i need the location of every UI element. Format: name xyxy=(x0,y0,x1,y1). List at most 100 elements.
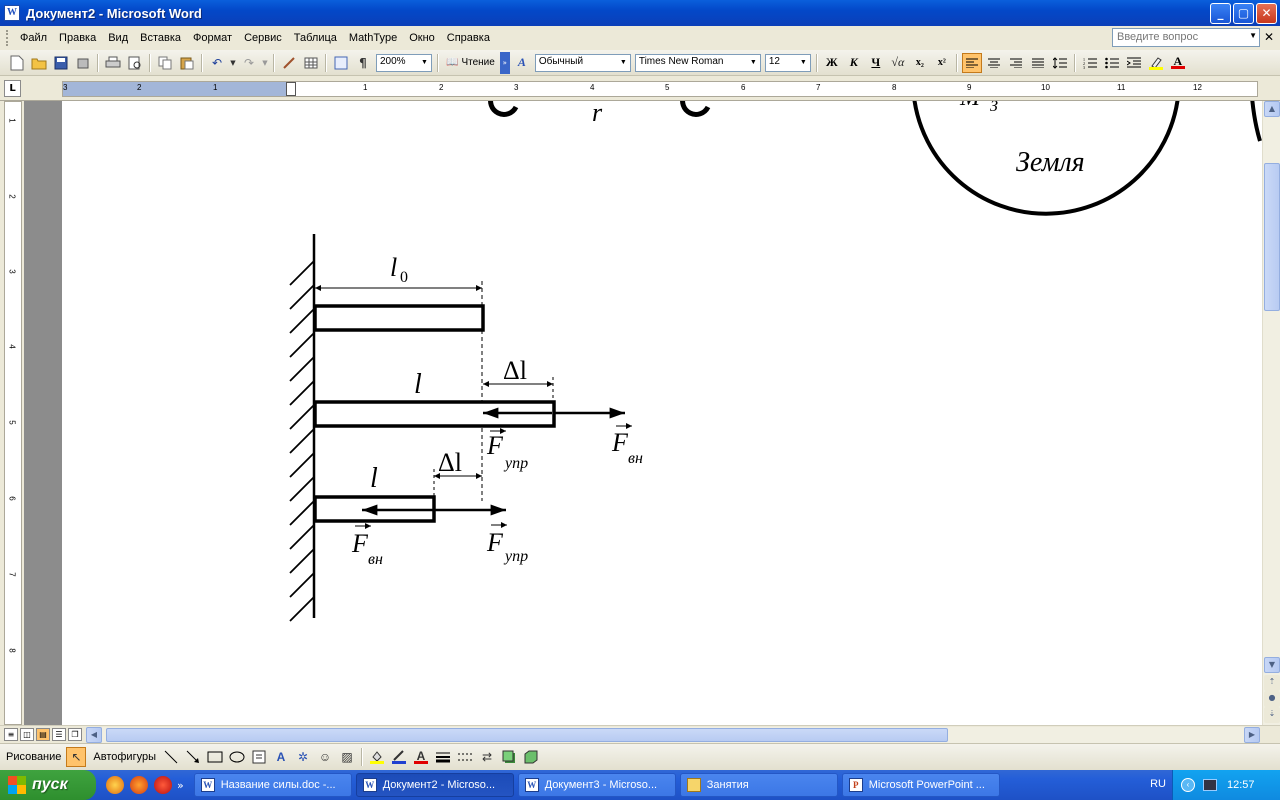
line-tool-icon[interactable] xyxy=(161,747,181,767)
shadow-style-icon[interactable] xyxy=(499,747,519,767)
rectangle-tool-icon[interactable] xyxy=(205,747,225,767)
superscript-button[interactable]: x² xyxy=(932,53,952,73)
oval-tool-icon[interactable] xyxy=(227,747,247,767)
normal-view-icon[interactable]: ≡ xyxy=(4,728,18,741)
mathtype-equation-icon[interactable]: √α xyxy=(888,53,908,73)
arrow-tool-icon[interactable] xyxy=(183,747,203,767)
minimize-button[interactable]: _ xyxy=(1210,3,1231,24)
document-map-icon[interactable] xyxy=(331,53,351,73)
redo-icon[interactable]: ↷ xyxy=(239,53,259,73)
menu-mathtype[interactable]: MathType xyxy=(343,32,403,44)
previous-page-icon[interactable]: ⇡ xyxy=(1264,675,1280,691)
taskbar-item[interactable]: Занятия xyxy=(679,773,838,797)
scroll-down-icon[interactable]: ▼ xyxy=(1264,657,1280,673)
line-style-icon[interactable] xyxy=(433,747,453,767)
horizontal-scrollbar[interactable] xyxy=(102,727,1260,743)
undo-dropdown-icon[interactable]: ▼ xyxy=(229,53,237,73)
subscript-button[interactable]: x₂ xyxy=(910,53,930,73)
taskbar-item[interactable]: W Название силы.doc -... xyxy=(193,773,352,797)
chevron-down-icon[interactable]: ▼ xyxy=(1249,31,1257,40)
undo-icon[interactable]: ↶ xyxy=(207,53,227,73)
align-left-icon[interactable] xyxy=(961,52,982,73)
new-document-icon[interactable] xyxy=(7,53,27,73)
bold-button[interactable]: Ж xyxy=(822,53,842,73)
chevron-down-icon[interactable]: ▼ xyxy=(618,56,629,70)
dash-style-icon[interactable] xyxy=(455,747,475,767)
zoom-select[interactable]: 200% ▼ xyxy=(376,53,432,72)
highlight-icon[interactable] xyxy=(1146,53,1166,73)
horizontal-scroll-thumb[interactable] xyxy=(106,728,948,742)
show-formatting-icon[interactable]: ¶ xyxy=(353,53,373,73)
taskbar-item-active[interactable]: W Документ2 - Microso... xyxy=(355,773,514,797)
clock[interactable]: 12:57 xyxy=(1227,779,1255,791)
paste-icon[interactable] xyxy=(177,53,197,73)
font-color-icon[interactable]: A xyxy=(1168,53,1188,73)
scroll-left-icon[interactable]: ◀ xyxy=(86,727,102,743)
clipart-icon[interactable]: ☺ xyxy=(315,747,335,767)
menu-window[interactable]: Окно xyxy=(403,32,441,44)
print-layout-icon[interactable]: ▤ xyxy=(36,728,50,741)
vertical-ruler[interactable]: 1 2 3 4 5 6 7 8 xyxy=(4,101,22,725)
toolbar-options-icon[interactable]: » xyxy=(499,51,510,74)
select-objects-icon[interactable]: ↖ xyxy=(66,747,87,767)
vertical-scrollbar[interactable]: ▲ ▼ ⇡ ● ⇣ xyxy=(1262,101,1280,725)
word-app-icon[interactable]: W xyxy=(4,5,20,21)
language-indicator[interactable]: RU xyxy=(1150,778,1166,790)
open-folder-icon[interactable] xyxy=(29,53,49,73)
drawing-menu[interactable]: Рисование xyxy=(6,751,61,763)
quicklaunch-more-icon[interactable]: » xyxy=(177,779,184,792)
web-view-icon[interactable]: ◫ xyxy=(20,728,34,741)
3d-style-icon[interactable] xyxy=(521,747,541,767)
print-icon[interactable] xyxy=(103,53,123,73)
document-close-icon[interactable]: ✕ xyxy=(1264,30,1274,44)
quicklaunch-app-icon[interactable] xyxy=(106,776,124,794)
quicklaunch-browser-icon[interactable] xyxy=(130,776,148,794)
next-page-icon[interactable]: ⇣ xyxy=(1264,707,1280,723)
menu-table[interactable]: Таблица xyxy=(288,32,343,44)
textbox-tool-icon[interactable] xyxy=(249,747,269,767)
arrow-style-icon[interactable]: ⇄ xyxy=(477,747,497,767)
fill-color-icon[interactable] xyxy=(367,747,387,767)
start-button[interactable]: пуск xyxy=(0,770,96,800)
indent-icon[interactable] xyxy=(1124,53,1144,73)
underline-button[interactable]: Ч xyxy=(866,53,886,73)
print-preview-icon[interactable] xyxy=(125,53,145,73)
numbering-icon[interactable]: 123 xyxy=(1080,53,1100,73)
align-right-icon[interactable] xyxy=(1006,53,1026,73)
chevron-down-icon[interactable]: ▼ xyxy=(748,56,759,70)
line-spacing-icon[interactable] xyxy=(1050,53,1070,73)
save-icon[interactable] xyxy=(51,53,71,73)
menu-view[interactable]: Вид xyxy=(102,32,134,44)
autoshapes-menu[interactable]: Автофигуры xyxy=(93,751,156,763)
wordart-icon[interactable]: A xyxy=(271,747,291,767)
menu-edit[interactable]: Правка xyxy=(53,32,102,44)
reading-view-icon[interactable]: ❐ xyxy=(68,728,82,741)
picture-icon[interactable]: ▨ xyxy=(337,747,357,767)
diagram-icon[interactable]: ✲ xyxy=(293,747,313,767)
menu-tools[interactable]: Сервис xyxy=(238,32,288,44)
scroll-right-icon[interactable]: ▶ xyxy=(1244,727,1260,743)
font-size-select[interactable]: 12 ▼ xyxy=(764,53,811,72)
table-icon[interactable] xyxy=(301,53,321,73)
reading-mode-button[interactable]: 📖 Чтение xyxy=(442,57,499,68)
chevron-down-icon[interactable]: ▼ xyxy=(798,56,809,70)
redo-dropdown-icon[interactable]: ▼ xyxy=(261,53,269,73)
menu-insert[interactable]: Вставка xyxy=(134,32,187,44)
italic-button[interactable]: К xyxy=(844,53,864,73)
menu-help[interactable]: Справка xyxy=(441,32,496,44)
close-button[interactable]: ✕ xyxy=(1256,3,1277,24)
network-icon[interactable] xyxy=(1203,779,1217,791)
tab-selector[interactable]: L xyxy=(4,80,21,97)
title-bar[interactable]: W Документ2 - Microsoft Word _ ▢ ✕ xyxy=(0,0,1280,26)
browse-object-icon[interactable]: ● xyxy=(1264,691,1280,707)
justify-icon[interactable] xyxy=(1028,53,1048,73)
horizontal-ruler[interactable]: 3 2 1 1 2 3 4 5 6 7 8 9 10 11 12 xyxy=(62,81,1258,97)
styles-pane-icon[interactable]: A xyxy=(512,53,532,73)
font-color-draw-icon[interactable]: A xyxy=(411,747,431,767)
font-select[interactable]: Times New Roman ▼ xyxy=(634,53,761,72)
quicklaunch-opera-icon[interactable] xyxy=(154,776,172,794)
menu-file[interactable]: Файл xyxy=(14,32,53,44)
menu-format[interactable]: Формат xyxy=(187,32,238,44)
bullets-icon[interactable] xyxy=(1102,53,1122,73)
indent-marker[interactable] xyxy=(286,82,296,96)
